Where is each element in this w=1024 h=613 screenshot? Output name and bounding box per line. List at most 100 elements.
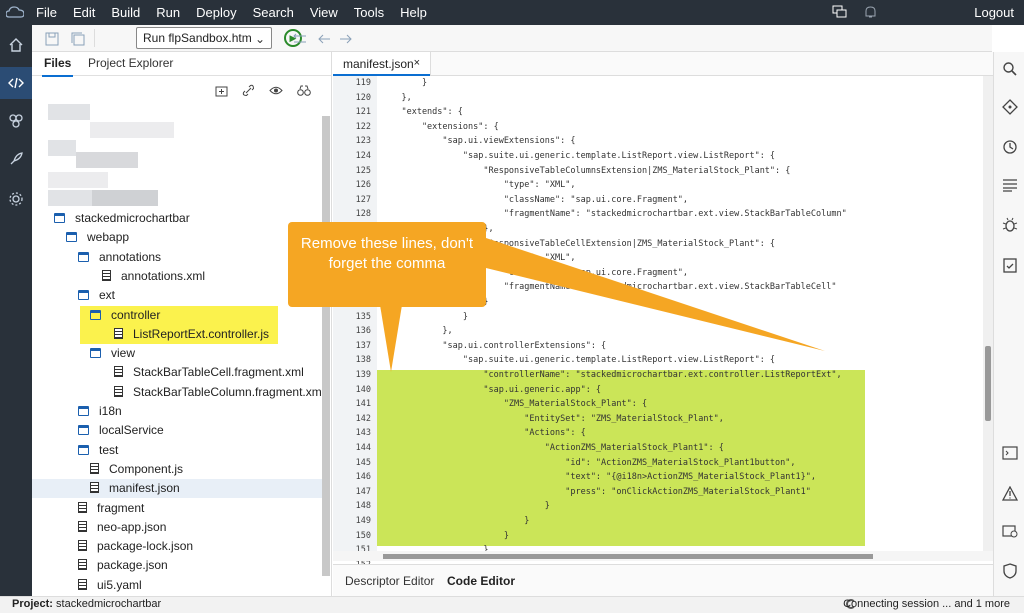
code-line: } [381,78,428,88]
show-hidden-eye-icon[interactable] [269,84,283,97]
debugger-bug-icon[interactable] [1001,216,1019,234]
code-line: }, [381,92,412,103]
tree-item[interactable]: neo-app.json [32,518,322,537]
menu-item-tools[interactable]: Tools [354,5,384,20]
tree-item[interactable]: StackBarTableCell.fragment.xml [32,363,322,382]
tree-item[interactable]: annotations [32,248,322,267]
line-number: 127 [355,194,371,205]
tree-item[interactable]: controller [80,305,278,325]
link-icon[interactable] [242,84,255,97]
tab-descriptor-editor[interactable]: Descriptor Editor [345,574,434,588]
chat-icon[interactable] [832,5,847,20]
panel-scrollbar[interactable] [322,116,330,576]
tree-item[interactable]: package.json [32,556,322,575]
preview-gear-icon[interactable] [1001,522,1019,540]
tree-item[interactable]: package-lock.json [32,537,322,556]
run-configuration-select[interactable]: Run flpSandbox.htm ⌄ [136,27,272,49]
files-panel: Files Project Explorer stackedmicrochart… [32,52,332,596]
line-number: 147 [355,486,371,497]
settings-gear-icon[interactable] [0,183,32,215]
new-folder-icon[interactable] [215,84,228,97]
notification-bell-icon[interactable] [864,5,877,20]
folder-icon [78,406,89,416]
line-number: 145 [355,457,371,468]
problems-warning-icon[interactable] [1001,484,1019,502]
tree-item[interactable]: ui5.yaml [32,576,322,595]
search-icon[interactable] [1001,60,1019,78]
tree-item[interactable]: ext [32,286,322,305]
file-icon [78,559,87,571]
git-icon[interactable] [1001,98,1019,116]
menu-item-build[interactable]: Build [111,5,140,20]
line-number: 144 [355,443,371,453]
tree-item[interactable]: annotations.xml [32,267,322,286]
code-editor: manifest.json × 119 120 121 122 123 124 125 126 1… [333,52,993,598]
folder-icon [54,213,65,223]
tree-item[interactable]: stackedmicrochartbar [32,209,322,228]
tree-item-label: ListReportExt.controller.js [133,326,270,341]
tree-item[interactable]: fragment [32,499,322,518]
code-line: "type": "XML", [381,180,576,191]
tab-manifest-json[interactable]: manifest.json × [333,52,431,76]
tree-item[interactable]: i18n [32,402,322,421]
line-number: 140 [355,384,371,395]
menu-item-view[interactable]: View [310,5,338,20]
line-number: 148 [355,501,371,512]
tree-item[interactable]: localService [32,421,322,440]
console-icon[interactable] [1001,444,1019,462]
tree-item[interactable]: ListReportExt.controller.js [80,324,278,344]
tab-code-editor[interactable]: Code Editor [443,574,519,598]
line-number: 143 [355,428,371,439]
code-line: "ResponsiveTableColumnsExtension|ZMS_Mat… [381,165,791,176]
home-icon[interactable] [0,29,32,61]
menu-item-help[interactable]: Help [400,5,427,20]
file-icon [114,385,123,397]
tree-item[interactable]: Component.js [32,460,322,479]
tree-item[interactable]: manifest.json [32,479,322,499]
menu-item-search[interactable]: Search [253,5,294,20]
code-line: "extends": { [381,107,463,118]
editor-vertical-scrollbar[interactable] [983,76,993,551]
rocket-icon[interactable] [0,143,32,175]
outline-list-icon[interactable] [1001,176,1019,194]
logout-button[interactable]: Logout [974,5,1014,20]
menu-items: File Edit Build Run Deploy Search View Tools Hel… [36,0,443,25]
clipboard-check-icon[interactable] [1001,256,1019,274]
history-clock-icon[interactable] [1001,138,1019,156]
save-icon[interactable] [44,31,60,47]
file-icon [78,501,87,513]
folder-icon [78,425,89,436]
code-line: "ZMS_MaterialStock_Plant": { [381,399,648,410]
folder-icon [90,309,101,320]
code-line: } [381,545,489,551]
tree-item[interactable]: StackBarTableColumn.fragment.xml [32,383,324,402]
project-status: Project: stackedmicrochartbar [12,597,161,612]
callout-box: Remove these lines, don't forget the com… [288,222,486,307]
project-label: Project: [12,598,53,610]
tree-item-label: manifest.json [109,481,180,496]
tab-files[interactable]: Files [41,56,74,77]
tab-project-explorer[interactable]: Project Explorer [88,56,173,70]
session-status[interactable]: Connecting session ... and 1 more [843,597,1010,612]
navigate-back-icon[interactable] [316,31,332,47]
tree-item[interactable]: webapp [32,228,322,247]
save-all-icon[interactable] [70,31,86,47]
development-code-icon[interactable] [0,67,32,99]
menu-item-deploy[interactable]: Deploy [196,5,236,20]
extensions-icon[interactable] [0,105,32,137]
navigate-forward-icon[interactable] [338,31,354,47]
editor-horizontal-scrollbar[interactable] [333,551,993,561]
compare-icon[interactable] [292,31,308,47]
menu-item-run[interactable]: Run [156,5,180,20]
security-shield-icon[interactable] [1001,562,1019,580]
menu-item-edit[interactable]: Edit [73,5,95,20]
binoculars-search-icon[interactable] [297,84,311,97]
code-area[interactable]: } }, "extends": { "extensions": { "sap.u… [377,76,983,551]
tree-item[interactable]: view [32,344,322,363]
code-line: } [381,501,550,512]
close-icon[interactable]: × [414,57,420,69]
menu-item-file[interactable]: File [36,5,57,20]
tree-item-label: ui5.yaml [97,577,142,592]
file-icon [78,540,87,552]
tree-item[interactable]: test [32,441,322,460]
